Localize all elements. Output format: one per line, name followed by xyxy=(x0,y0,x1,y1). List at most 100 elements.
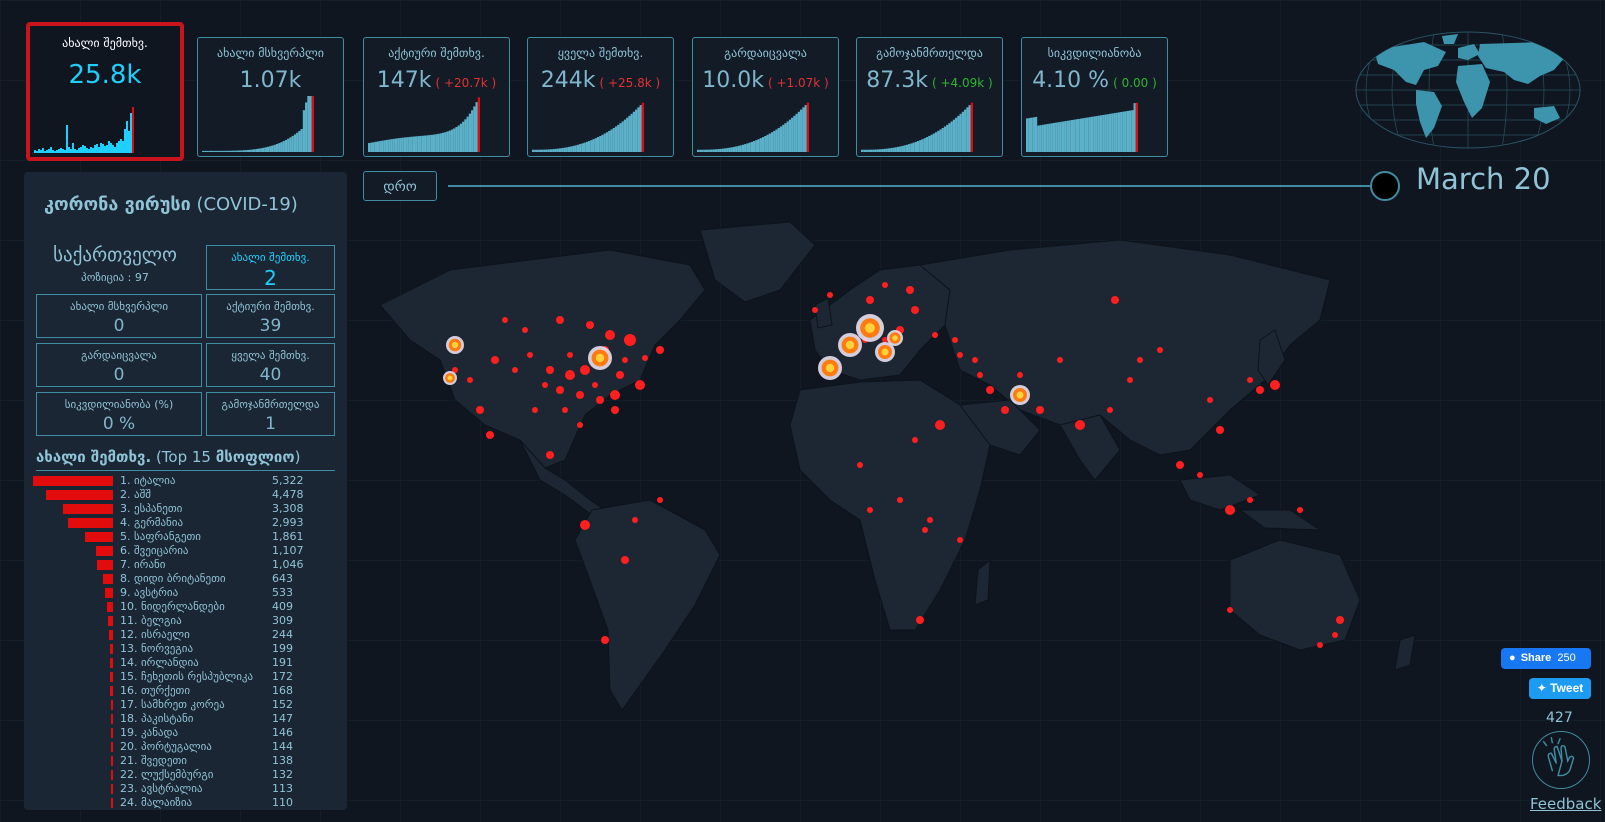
stat-card-6[interactable]: სიკვდილიანობა 4.10 %( 0.00 ) xyxy=(1021,37,1168,157)
stat-card-2[interactable]: აქტიური შემთხვ. 147k( +20.7k ) xyxy=(363,37,510,157)
tweet-button[interactable]: ✦ Tweet xyxy=(1529,678,1591,699)
sparkline-bar xyxy=(932,133,935,152)
sparkline-bar xyxy=(468,113,472,152)
sparkline-bar xyxy=(406,137,409,152)
case-marker xyxy=(1225,505,1235,515)
list-item[interactable]: 20. პორტუგალია 144 xyxy=(24,740,347,754)
list-item[interactable]: 23. ავსტრალია 113 xyxy=(24,782,347,796)
timeline-handle[interactable] xyxy=(1370,171,1400,201)
sparkline-bar xyxy=(219,150,223,152)
sparkline-bar xyxy=(462,121,465,152)
sparkline-bar xyxy=(744,144,747,152)
list-item[interactable]: 7. ირანი 1,046 xyxy=(24,558,347,572)
list-item[interactable]: 12. ისრაელი 244 xyxy=(24,628,347,642)
stat-card-3[interactable]: ყველა შემთხვ. 244k( +25.8k ) xyxy=(527,37,674,157)
list-item-count: 144 xyxy=(272,740,293,753)
case-marker xyxy=(632,517,638,523)
list-item[interactable]: 2. აშშ 4,478 xyxy=(24,488,347,502)
sparkline-bar xyxy=(885,148,888,152)
sparkline-bar xyxy=(1086,117,1089,152)
list-item[interactable]: 1. იტალია 5,322 xyxy=(24,474,347,488)
list-item-country: 7. ირანი xyxy=(120,558,166,571)
case-marker xyxy=(1127,377,1133,383)
sparkline-bar xyxy=(266,146,270,152)
sparkline-bar xyxy=(124,129,126,153)
list-item[interactable]: 16. თურქეთი 168 xyxy=(24,684,347,698)
list-item[interactable]: 13. ნორვეგია 199 xyxy=(24,642,347,656)
sparkline-bar xyxy=(108,141,110,153)
list-item[interactable]: 15. ჩეხეთის რესპუბლიკა 172 xyxy=(24,670,347,684)
sparkline-bar xyxy=(273,144,276,152)
sparkline-bar xyxy=(1133,103,1136,152)
sparkline-bar xyxy=(464,119,467,152)
stat-card-1[interactable]: ახალი მსხვერპლი 1.07k xyxy=(197,37,344,157)
list-item[interactable]: 18. პაკისტანი 147 xyxy=(24,712,347,726)
case-marker xyxy=(616,371,624,379)
list-item[interactable]: 6. შვეიცარია 1,107 xyxy=(24,544,347,558)
list-item[interactable]: 9. ავსტრია 533 xyxy=(24,586,347,600)
sparkline-bar xyxy=(705,149,709,152)
sparkline-bar xyxy=(70,149,72,153)
sparkline-bar xyxy=(44,151,46,153)
sparkline-bar xyxy=(890,148,893,152)
list-item-country: 13. ნორვეგია xyxy=(120,642,194,655)
sparkline-bar xyxy=(120,139,122,153)
stat-card-value: 244k( +25.8k ) xyxy=(540,68,661,93)
case-marker xyxy=(522,327,528,333)
timeline-track[interactable] xyxy=(448,185,1386,187)
case-marker xyxy=(1332,632,1338,638)
list-item-bar xyxy=(85,532,113,542)
stat-card-0[interactable]: ახალი შემთხვ. 25.8k xyxy=(26,22,184,161)
list-item-bar xyxy=(45,490,113,500)
list-item[interactable]: 22. ლუქსემბურგი 132 xyxy=(24,768,347,782)
list-item[interactable]: 19. კანადა 146 xyxy=(24,726,347,740)
sparkline-bar xyxy=(917,141,920,152)
list-item[interactable]: 24. მალაიზია 110 xyxy=(24,796,347,810)
sparkline-bar xyxy=(96,144,98,153)
case-marker xyxy=(605,330,615,340)
sparkline-bar xyxy=(417,136,420,152)
clap-icon[interactable] xyxy=(1532,731,1590,789)
sparkline-bar xyxy=(1126,110,1130,152)
list-item[interactable]: 5. საფრანგეთი 1,861 xyxy=(24,530,347,544)
sparkline-bar xyxy=(368,143,371,152)
stat-card-4[interactable]: გარდაიცვალა 10.0k( +1.07k ) xyxy=(692,37,839,157)
sparkline-bar xyxy=(934,132,938,152)
list-item-count: 2,993 xyxy=(272,516,304,529)
stat-card-5[interactable]: გამოჯანმრთელდა 87.3k( +4.09k ) xyxy=(856,37,1003,157)
list-item-bar xyxy=(105,588,113,598)
list-item[interactable]: 11. ბელგია 309 xyxy=(24,614,347,628)
list-item[interactable]: 17. სამხრეთ კორეა 152 xyxy=(24,698,347,712)
sparkline-bar xyxy=(914,141,917,152)
sparkline-bar xyxy=(66,125,68,153)
case-marker xyxy=(556,316,564,324)
list-item[interactable]: 21. შვედეთი 138 xyxy=(24,754,347,768)
sparkline-bar xyxy=(921,139,924,152)
case-marker xyxy=(952,337,958,343)
sparkline-bar xyxy=(757,139,760,152)
case-marker xyxy=(512,367,518,373)
sparkline-bar xyxy=(750,141,753,152)
list-item[interactable]: 14. ირლანდია 191 xyxy=(24,656,347,670)
sparkline-bar xyxy=(905,144,909,152)
sparkline-bar xyxy=(599,135,602,152)
sparkline-bar xyxy=(72,143,74,153)
sparkline-bar xyxy=(1061,121,1065,152)
facebook-share-button[interactable]: ● Share 250 xyxy=(1501,648,1591,669)
sparkline-bar xyxy=(394,138,398,152)
sparkline-bar xyxy=(50,147,52,153)
time-play-button[interactable]: დრო xyxy=(363,171,437,201)
list-item[interactable]: 8. დიდი ბრიტანეთი 643 xyxy=(24,572,347,586)
list-item[interactable]: 10. ნიდერლანდები 409 xyxy=(24,600,347,614)
list-item[interactable]: 3. ესპანეთი 3,308 xyxy=(24,502,347,516)
list-item-country: 19. კანადა xyxy=(120,726,179,739)
feedback-link[interactable]: Feedback xyxy=(1530,795,1601,813)
sparkline-bar xyxy=(213,150,216,152)
sparkline-bar xyxy=(128,131,130,153)
list-item-country: 4. გერმანია xyxy=(120,516,184,529)
world-map[interactable] xyxy=(360,210,1605,822)
list-item[interactable]: 4. გერმანია 2,993 xyxy=(24,516,347,530)
sparkline-bar xyxy=(224,150,227,152)
sparkline-bar xyxy=(1088,117,1091,152)
sparkline-bar xyxy=(968,105,971,152)
